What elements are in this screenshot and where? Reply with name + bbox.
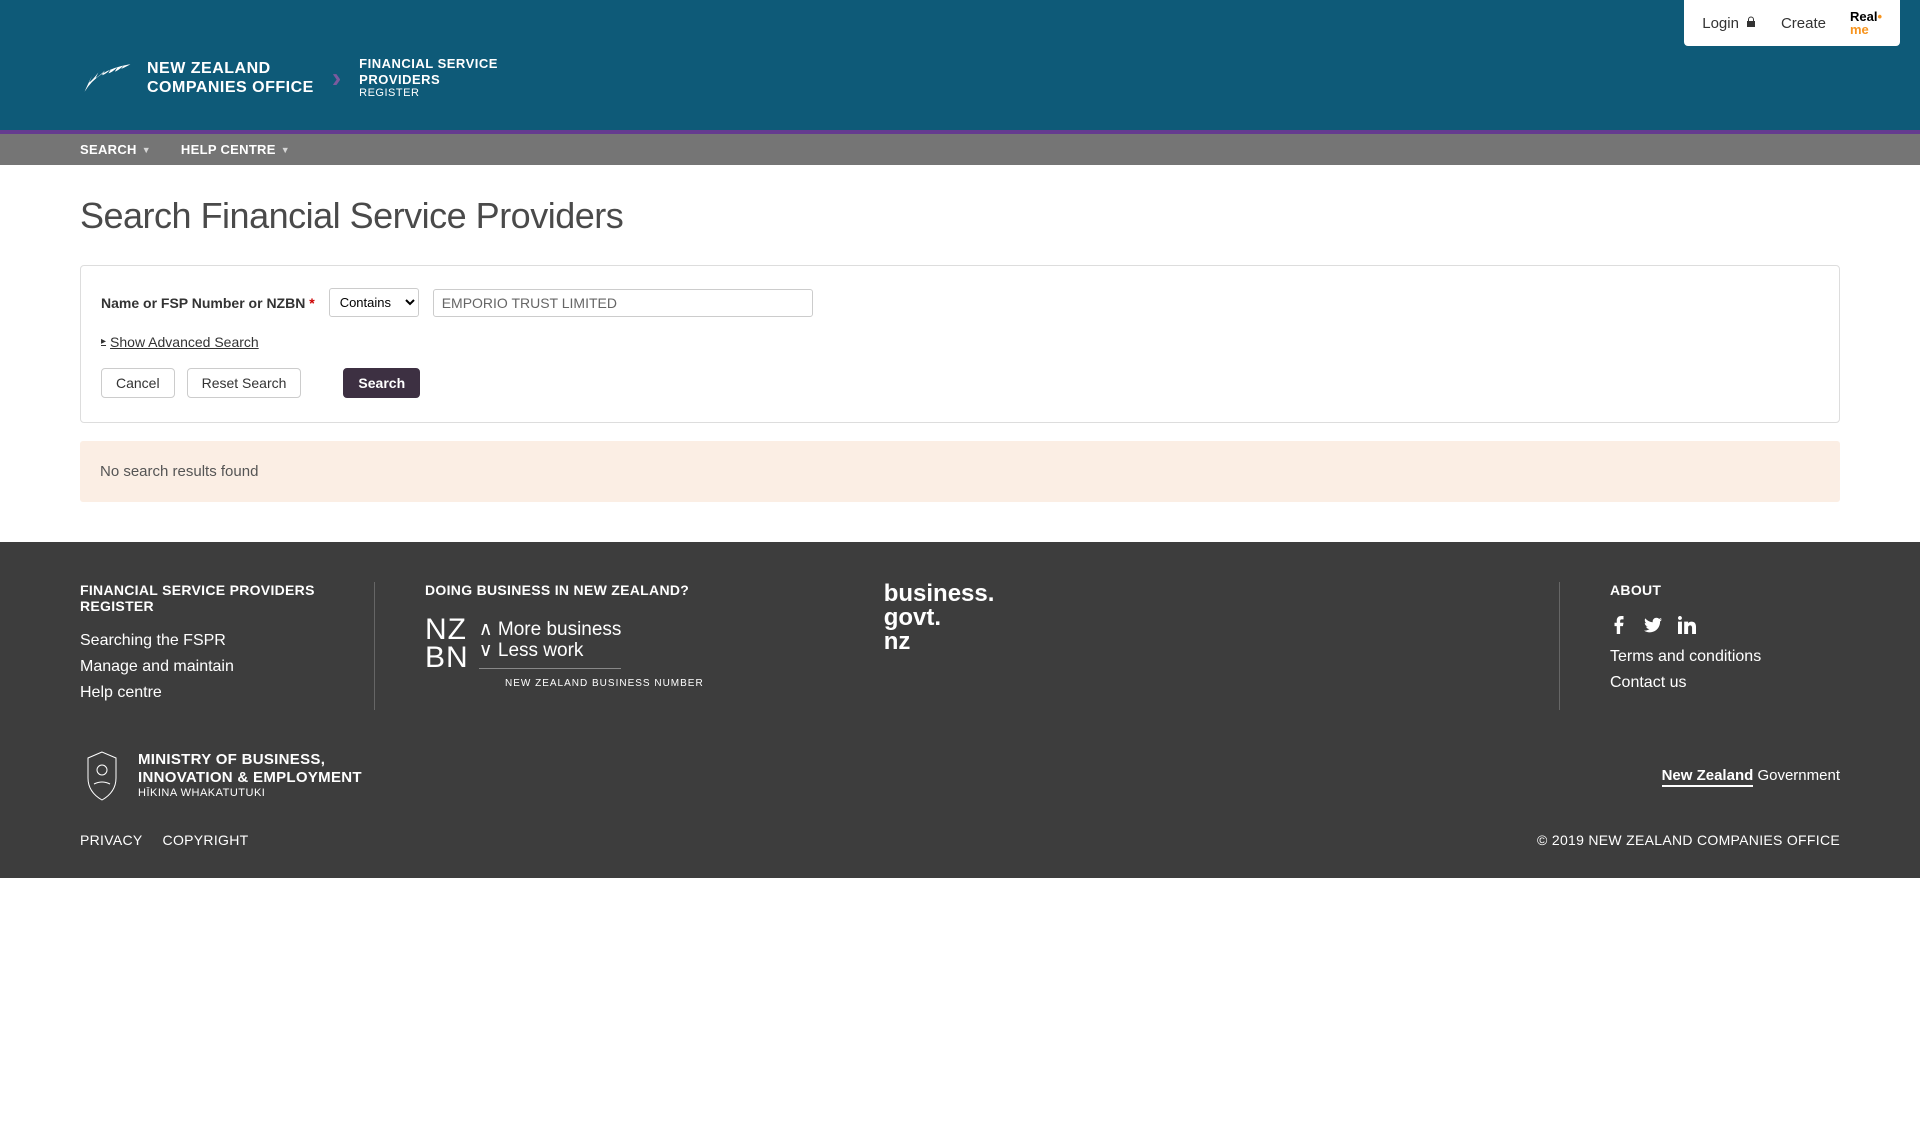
twitter-icon[interactable] [1644, 616, 1662, 634]
brand-line1: NEW ZEALAND [147, 59, 314, 78]
login-label: Login [1702, 15, 1739, 32]
advanced-search-toggle[interactable]: ▸ Show Advanced Search [101, 334, 259, 350]
nz-companies-logo[interactable]: NEW ZEALAND COMPANIES OFFICE [80, 58, 314, 98]
fspr-title: FINANCIAL SERVICE PROVIDERS REGISTER [359, 56, 498, 100]
business-govt-nz-logo[interactable]: business. govt. nz [884, 582, 995, 710]
no-results-message: No search results found [80, 441, 1840, 502]
lock-icon [1745, 15, 1757, 32]
login-link[interactable]: Login [1702, 15, 1757, 32]
main-content: Search Financial Service Providers Name … [0, 165, 1920, 542]
footer-link-contact[interactable]: Contact us [1610, 674, 1790, 692]
search-input[interactable] [433, 289, 813, 317]
nav-help-centre[interactable]: HELP CENTRE ▼ [181, 134, 290, 165]
mbie-logo[interactable]: MINISTRY OF BUSINESS, INNOVATION & EMPLO… [80, 750, 362, 802]
caret-right-icon: ▸ [101, 336, 106, 347]
caret-down-icon: ▼ [142, 145, 151, 155]
cancel-button[interactable]: Cancel [101, 368, 175, 398]
header: Login Create Real•me NEW ZEALAND COMPANI… [0, 0, 1920, 130]
create-label: Create [1781, 15, 1826, 32]
fern-icon [80, 58, 135, 98]
crest-icon [80, 750, 124, 802]
copyright-text: © 2019 NEW ZEALAND COMPANIES OFFICE [1537, 832, 1840, 848]
search-field-label: Name or FSP Number or NZBN * [101, 295, 315, 311]
search-panel: Name or FSP Number or NZBN * Contains ▸ … [80, 265, 1840, 423]
realme-logo[interactable]: Real•me [1850, 10, 1882, 36]
auth-box: Login Create Real•me [1684, 0, 1900, 46]
main-nav: SEARCH ▼ HELP CENTRE ▼ [0, 134, 1920, 165]
footer-link-terms[interactable]: Terms and conditions [1610, 648, 1790, 666]
facebook-icon[interactable] [1610, 616, 1628, 634]
nzbn-logo[interactable]: NZBN ∧ More business ∨ Less work NEW ZEA… [425, 616, 704, 689]
create-link[interactable]: Create [1781, 15, 1826, 32]
nz-government-logo[interactable]: New Zealand Government [1662, 767, 1840, 784]
footer-col1-heading: FINANCIAL SERVICE PROVIDERS REGISTER [80, 582, 324, 614]
footer-link-searching[interactable]: Searching the FSPR [80, 632, 324, 650]
copyright-link[interactable]: COPYRIGHT [163, 832, 249, 848]
match-mode-select[interactable]: Contains [329, 288, 419, 317]
chevron-right-icon: › [332, 62, 341, 94]
footer-link-manage[interactable]: Manage and maintain [80, 658, 324, 676]
caret-down-icon: ▼ [281, 145, 290, 155]
footer-col2-heading: DOING BUSINESS IN NEW ZEALAND? [425, 582, 704, 598]
footer-link-help[interactable]: Help centre [80, 684, 324, 702]
brand-line2: COMPANIES OFFICE [147, 78, 314, 97]
page-title: Search Financial Service Providers [80, 195, 1840, 237]
footer-col3-heading: ABOUT [1610, 582, 1790, 598]
footer: FINANCIAL SERVICE PROVIDERS REGISTER Sea… [0, 542, 1920, 878]
reset-search-button[interactable]: Reset Search [187, 368, 302, 398]
linkedin-icon[interactable] [1678, 616, 1696, 634]
nav-search[interactable]: SEARCH ▼ [80, 134, 151, 165]
search-button[interactable]: Search [343, 368, 420, 398]
privacy-link[interactable]: PRIVACY [80, 832, 143, 848]
